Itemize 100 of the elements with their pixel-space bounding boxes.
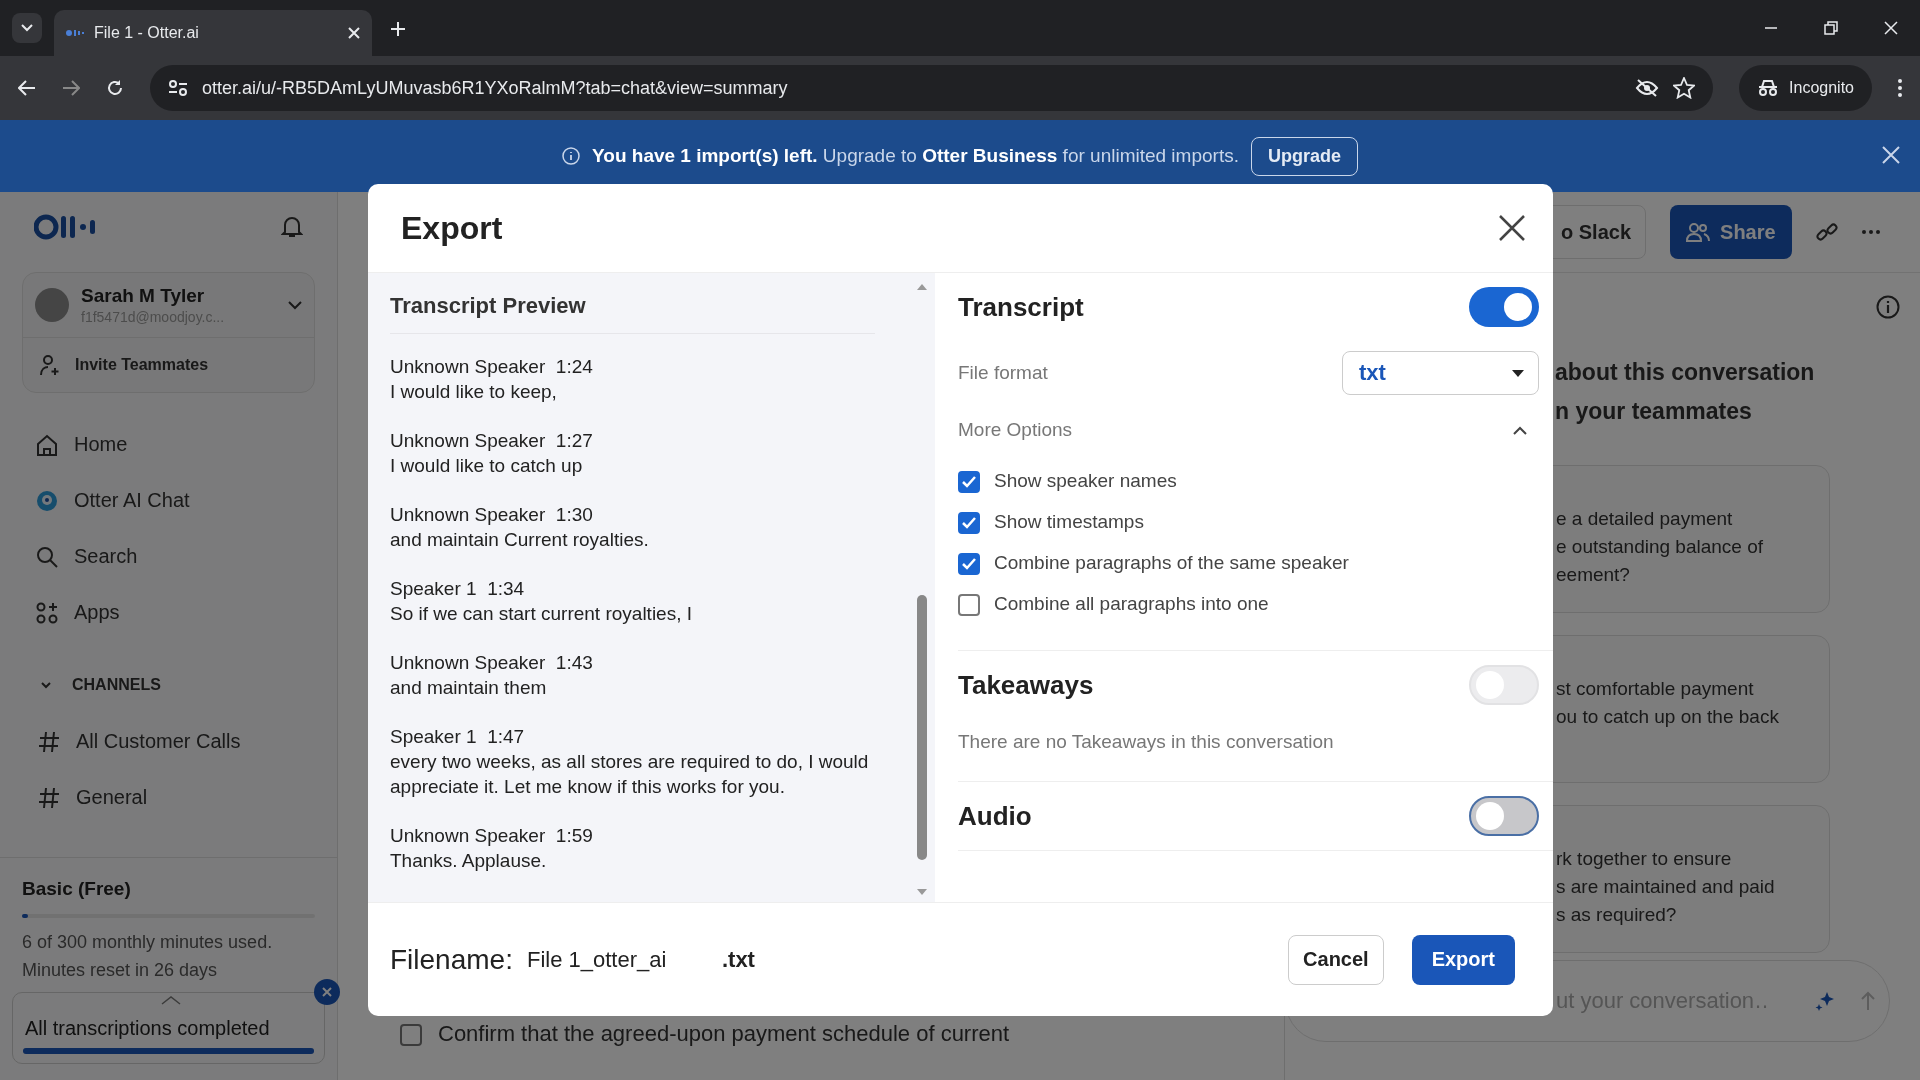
caret-down-icon bbox=[1512, 369, 1524, 377]
speaker-label: Unknown Speaker 1:27 bbox=[390, 429, 594, 453]
transcript-text: I would like to catch up bbox=[390, 454, 584, 478]
tab-title: File 1 - Otter.ai bbox=[94, 24, 200, 42]
share-button[interactable]: Share bbox=[1670, 205, 1792, 259]
upgrade-button[interactable]: Upgrade bbox=[1250, 136, 1358, 176]
speaker-label: Speaker 1 1:47 bbox=[390, 725, 526, 749]
chevron-down-icon[interactable] bbox=[288, 300, 302, 310]
section-title: Audio bbox=[958, 800, 1032, 832]
nav-item[interactable]: Otter AI Chat bbox=[36, 489, 315, 512]
field-label: File format bbox=[958, 362, 1048, 384]
check-icon bbox=[962, 476, 976, 488]
format-dropdown[interactable]: txt bbox=[1342, 351, 1539, 395]
card-text: rk together to ensure bbox=[1556, 848, 1733, 870]
banner-text: You have 1 import(s) left. Upgrade to Otter Business for unlimited imports. bbox=[592, 145, 1239, 167]
tab-list-button[interactable] bbox=[12, 13, 42, 43]
nav-item[interactable]: Home bbox=[36, 433, 315, 456]
transcript-text: I would like to keep, bbox=[390, 380, 558, 404]
usage-text: 6 of 300 monthly minutes used. bbox=[22, 931, 274, 954]
bell-icon[interactable] bbox=[281, 215, 303, 239]
toggle-switch[interactable] bbox=[1469, 796, 1539, 836]
transcript-text: every two weeks, as all stores are required to do, I would appreciate it. Let me know if this works for you. bbox=[390, 750, 870, 799]
channel-item[interactable]: All Customer Calls bbox=[38, 730, 315, 753]
checkbox[interactable] bbox=[958, 553, 980, 575]
nav-item[interactable]: Apps bbox=[36, 601, 315, 624]
speaker-label: Unknown Speaker 1:43 bbox=[390, 651, 594, 675]
chevron-down-icon[interactable] bbox=[40, 679, 52, 691]
incognito-label: Incognito bbox=[1789, 79, 1854, 97]
toggle-switch[interactable] bbox=[1469, 287, 1539, 327]
user-name: Sarah M Tyler bbox=[81, 285, 206, 307]
option-label: Show timestamps bbox=[994, 511, 1144, 533]
card-text: e a detailed payment bbox=[1556, 508, 1734, 530]
filename-field[interactable]: File 1_otter_ai bbox=[526, 946, 722, 973]
card-text: eement? bbox=[1556, 564, 1631, 586]
scroll-up-icon[interactable] bbox=[916, 283, 928, 291]
restore-icon[interactable] bbox=[1824, 21, 1838, 35]
close-icon[interactable] bbox=[1499, 215, 1525, 241]
speaker-label: Unknown Speaker 1:30 bbox=[390, 503, 594, 527]
channel-item[interactable]: General bbox=[38, 786, 315, 809]
info-icon[interactable] bbox=[1876, 295, 1900, 319]
apps-icon bbox=[36, 601, 58, 624]
speaker-label: Unknown Speaker 1:59 bbox=[390, 824, 594, 848]
sparkle-icon[interactable] bbox=[1815, 991, 1835, 1011]
more-icon[interactable] bbox=[1861, 230, 1880, 234]
dialog-title: Export bbox=[401, 209, 503, 247]
transcript-text: and maintain Current royalties. bbox=[390, 528, 650, 552]
nav-item[interactable]: Search bbox=[36, 545, 315, 568]
empty-note: There are no Takeaways in this conversation bbox=[958, 730, 1335, 754]
option-label: Show speaker names bbox=[994, 470, 1177, 492]
chevron-up-icon[interactable] bbox=[161, 995, 181, 1005]
card-text: s are maintained and paid bbox=[1556, 876, 1776, 898]
transcript-text: So if we can start current royalties, I bbox=[390, 602, 693, 626]
more-options-toggle[interactable]: More Options bbox=[958, 405, 1539, 455]
preview-title: Transcript Preview bbox=[390, 273, 875, 334]
scrollbar-thumb[interactable] bbox=[917, 595, 927, 860]
card-text: st comfortable payment bbox=[1556, 678, 1755, 700]
reset-text: Minutes reset in 26 days bbox=[22, 959, 219, 982]
speaker-label: Unknown Speaker 1:24 bbox=[390, 355, 594, 379]
url-text: otter.ai/u/-RB5DAmLyUMuvasb6R1YXoRalmM?tab=chat&view=summary bbox=[202, 77, 789, 99]
export-button[interactable]: Export bbox=[1411, 934, 1515, 985]
toast-text: All transcriptions completed bbox=[24, 1017, 271, 1040]
option-label: Combine all paragraphs into one bbox=[994, 593, 1269, 615]
check-icon bbox=[962, 558, 976, 570]
cancel-button[interactable]: Cancel bbox=[1288, 934, 1384, 985]
link-icon[interactable] bbox=[1815, 221, 1838, 243]
chevron-down-icon bbox=[21, 24, 33, 32]
site-settings-icon[interactable] bbox=[168, 79, 188, 97]
speaker-label: Speaker 1 1:34 bbox=[390, 577, 526, 601]
star-icon[interactable] bbox=[1673, 77, 1696, 99]
filename-label: Filename: bbox=[390, 943, 513, 976]
search-icon bbox=[36, 545, 58, 568]
scroll-down-icon[interactable] bbox=[916, 888, 928, 896]
invite-teammates-button[interactable]: Invite Teammates bbox=[23, 338, 225, 392]
plan-name: Basic (Free) bbox=[22, 878, 132, 900]
browser-tab[interactable]: File 1 - Otter.ai bbox=[54, 10, 372, 56]
section-label: CHANNELS bbox=[72, 676, 161, 694]
action-item-text: Confirm that the agreed-upon payment schedule of current bbox=[438, 1020, 1010, 1048]
transcript-text: and maintain them bbox=[390, 676, 548, 700]
more-vertical-icon[interactable] bbox=[1898, 79, 1902, 97]
checkbox[interactable] bbox=[958, 512, 980, 534]
back-arrow-icon[interactable] bbox=[18, 80, 36, 96]
otter-favicon-icon bbox=[66, 29, 84, 37]
checkbox[interactable] bbox=[400, 1024, 422, 1046]
address-bar[interactable]: otter.ai/u/-RB5DAmLyUMuvasb6R1YXoRalmM?tab=chat&view=summary bbox=[150, 65, 1714, 111]
forward-arrow-icon[interactable] bbox=[62, 80, 80, 96]
close-icon bbox=[322, 987, 332, 997]
add-person-icon bbox=[39, 354, 61, 376]
card-text: s as required? bbox=[1556, 904, 1678, 926]
checkbox[interactable] bbox=[958, 471, 980, 493]
file-extension: .txt bbox=[721, 946, 755, 973]
check-icon bbox=[962, 517, 976, 529]
eye-slash-icon[interactable] bbox=[1635, 78, 1660, 98]
close-button[interactable] bbox=[314, 979, 340, 1005]
transcript-text: Thanks. Applause. bbox=[390, 849, 548, 873]
option-label: Combine paragraphs of the same speaker bbox=[994, 552, 1349, 574]
reload-icon[interactable] bbox=[106, 79, 124, 97]
section-title: Takeaways bbox=[958, 669, 1094, 701]
incognito-button[interactable]: Incognito bbox=[1739, 65, 1872, 111]
card-text: ou to catch up on the back bbox=[1556, 706, 1780, 728]
checkbox[interactable] bbox=[958, 594, 980, 616]
